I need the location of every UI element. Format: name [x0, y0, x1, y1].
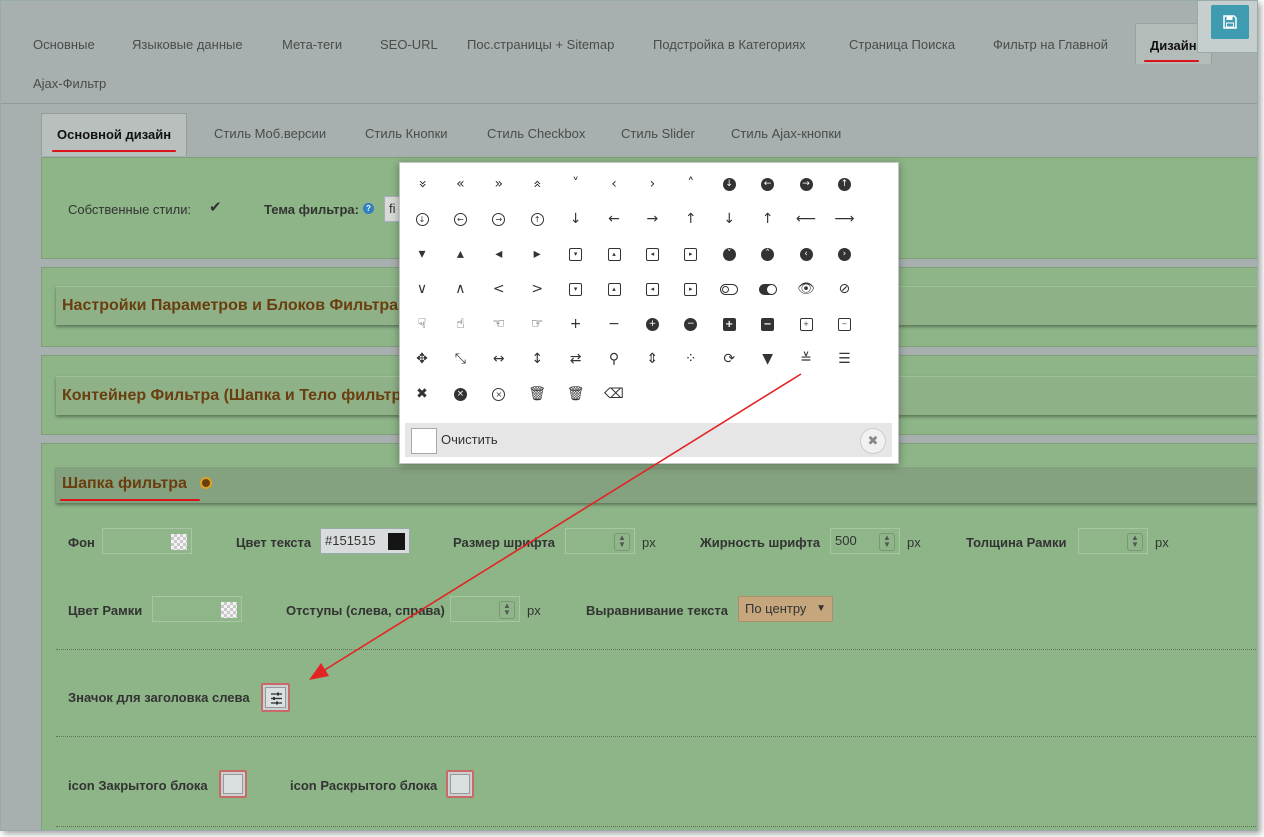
annotation-arrow: [309, 373, 802, 680]
app-window: Основные Языковые данные Мета-теги SEO-U…: [0, 0, 1258, 831]
